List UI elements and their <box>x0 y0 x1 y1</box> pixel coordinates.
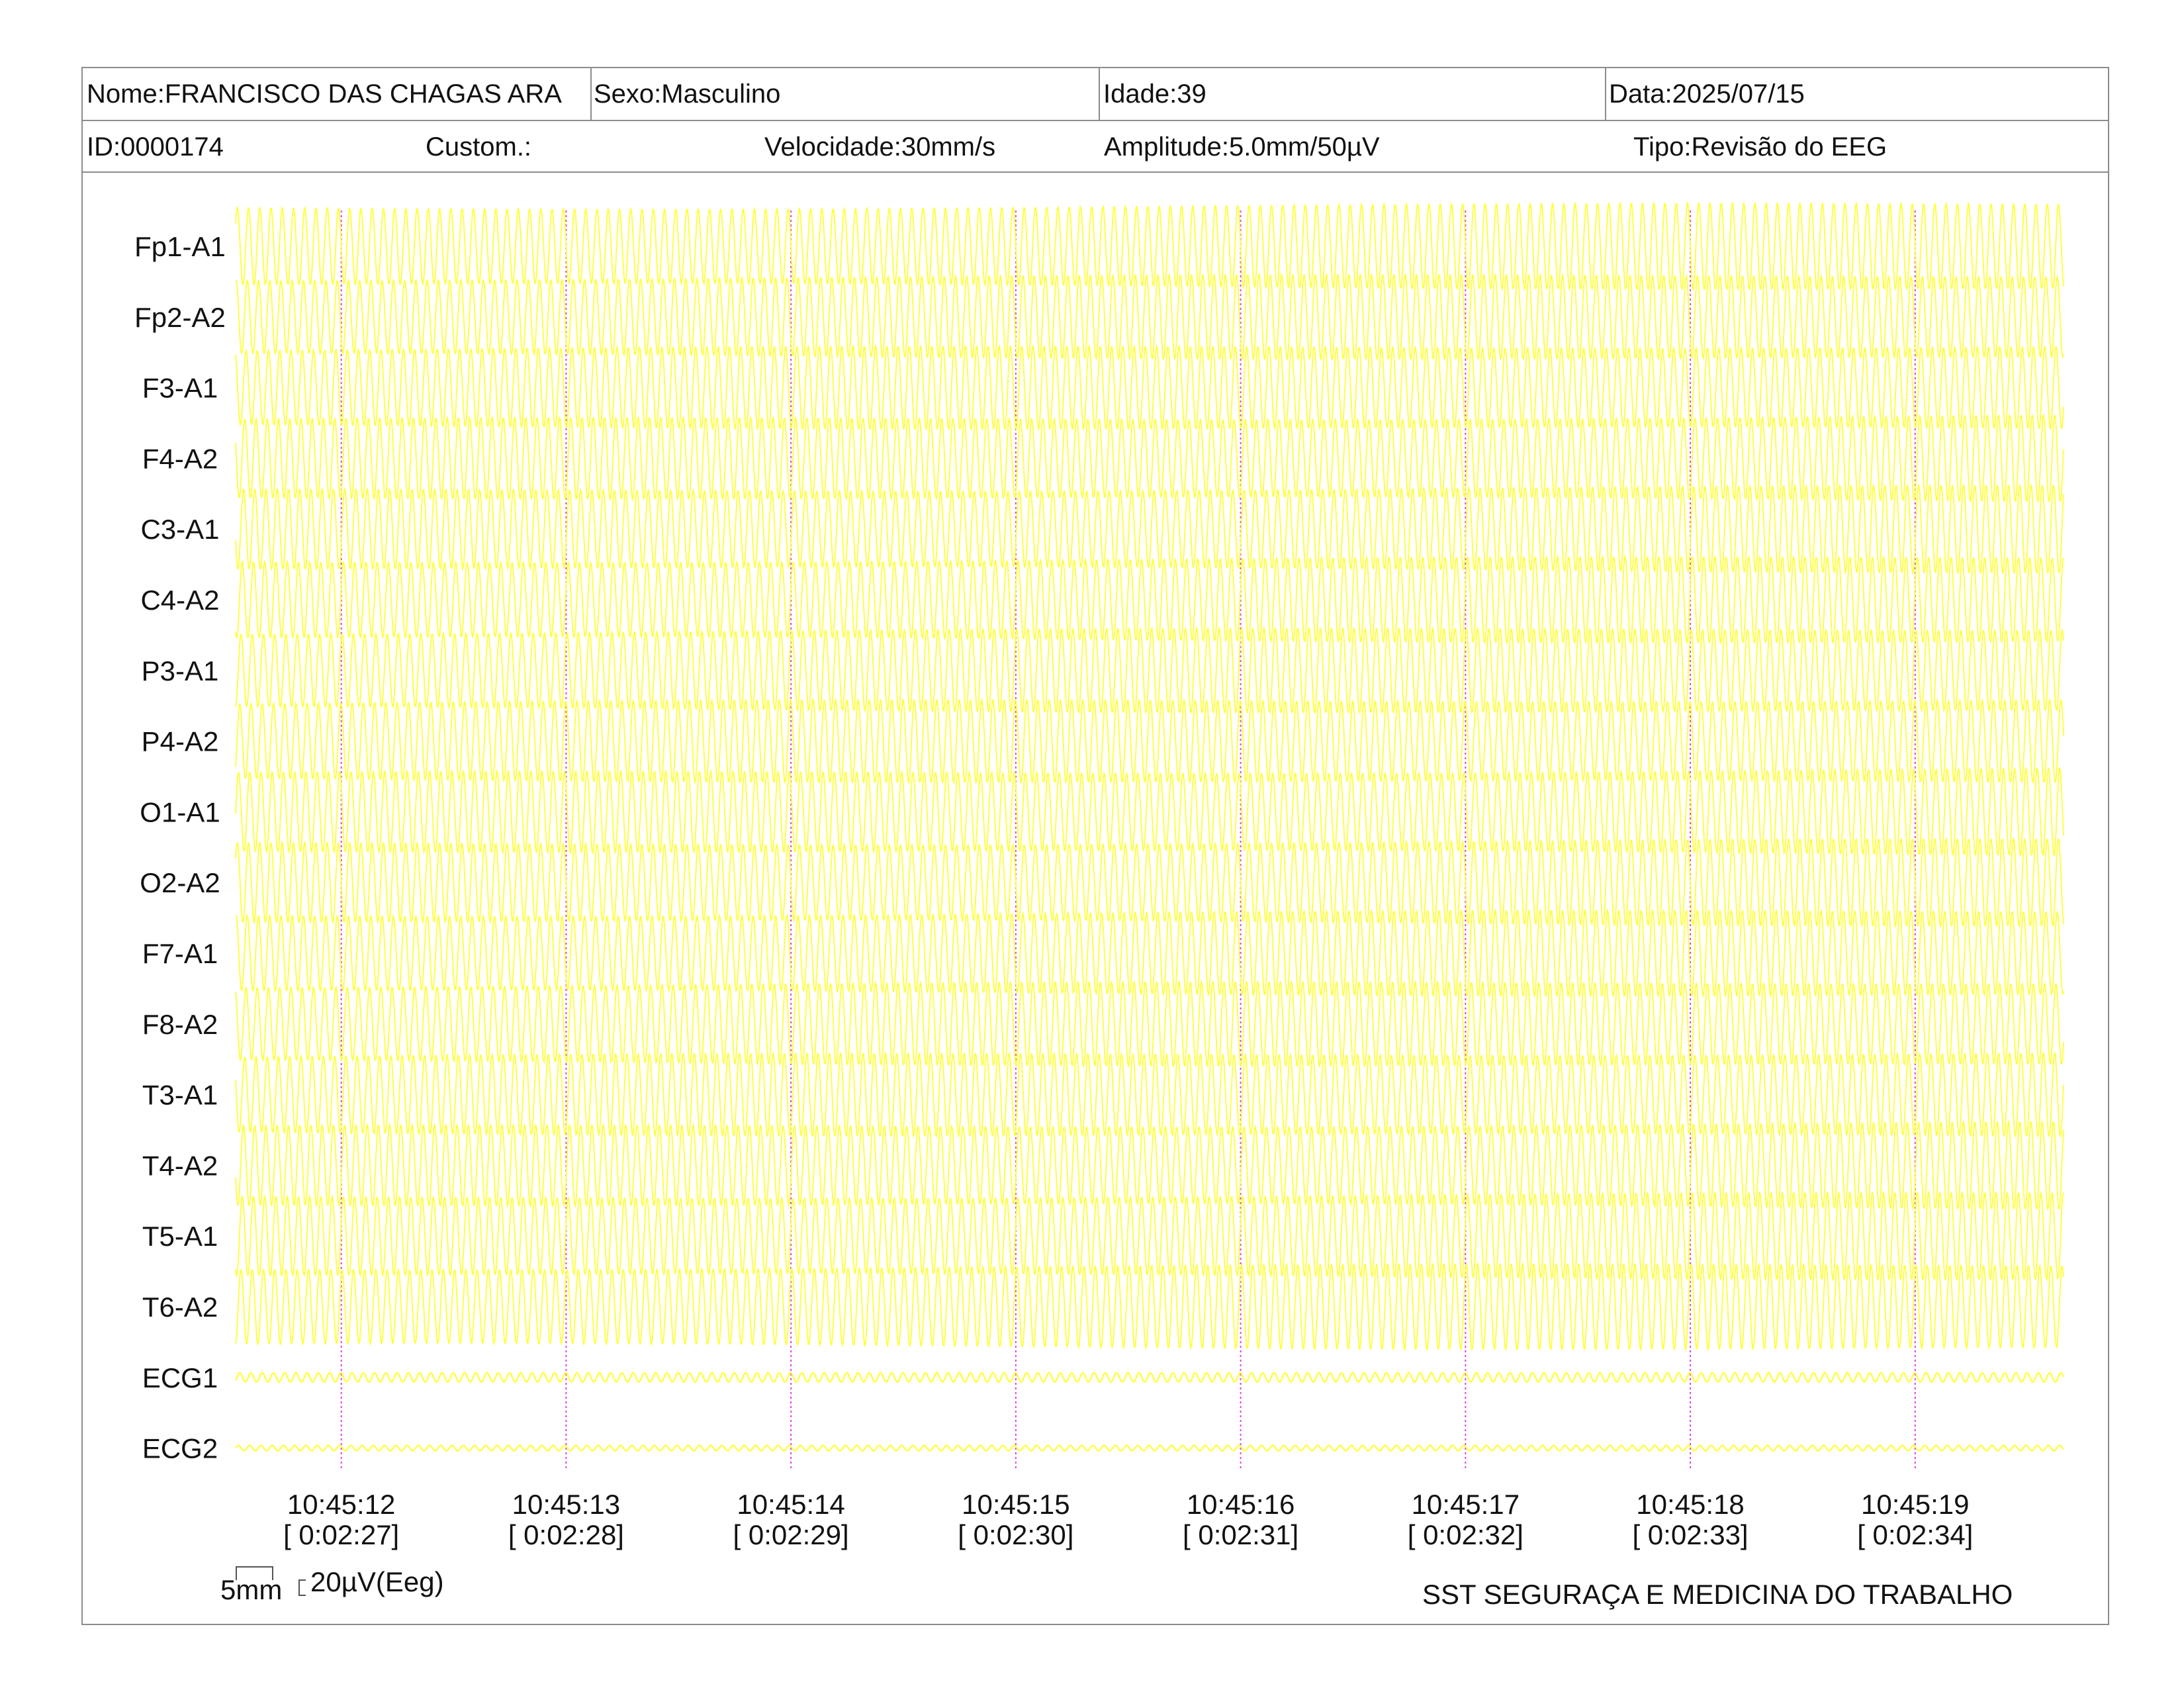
channel-trace <box>235 626 2064 716</box>
calibration-scale: 5mm 20µV(Eeg) <box>220 1566 444 1605</box>
time-scale-label: 5mm <box>220 1574 282 1605</box>
channel-trace <box>235 272 2064 362</box>
time-label-layer: 10:45:12[ 0:02:27] 10:45:13[ 0:02:28] 10:4… <box>283 1489 1973 1550</box>
elapsed-tick-label: [ 0:02:29] <box>733 1519 849 1550</box>
channel-label: F3-A1 <box>142 373 218 404</box>
time-tick-label: 10:45:14 <box>737 1489 845 1520</box>
channel-trace <box>235 908 2064 999</box>
channel-label: O1-A1 <box>140 796 220 827</box>
channel-trace <box>235 979 2064 1068</box>
channel-label: F7-A1 <box>142 938 218 969</box>
channel-label: F4-A2 <box>142 443 218 474</box>
time-tick-label: 10:45:15 <box>962 1489 1070 1520</box>
channel-trace <box>235 1444 2064 1452</box>
channel-label: T4-A2 <box>142 1150 218 1181</box>
amplitude-scale-label: 20µV(Eeg) <box>310 1566 444 1597</box>
trace-layer <box>235 201 2065 1452</box>
time-tick-label: 10:45:13 <box>512 1489 621 1520</box>
channel-label: T3-A1 <box>142 1080 218 1111</box>
channel-label: O2-A2 <box>140 867 220 898</box>
channel-label: C4-A2 <box>140 585 219 616</box>
channel-label-layer: Fp1-A1 Fp2-A2 F3-A1 F4-A2 C3-A1 C4-A2 P3-A1 P4-… <box>134 231 226 1464</box>
channel-trace <box>235 1372 2065 1383</box>
channel-trace <box>235 697 2064 785</box>
time-tick-label: 10:45:18 <box>1636 1489 1745 1520</box>
elapsed-tick-label: [ 0:02:32] <box>1408 1519 1524 1550</box>
eeg-chart: Fp1-A1 Fp2-A2 F3-A1 F4-A2 C3-A1 C4-A2 P3-A1 P4-… <box>134 201 2065 1610</box>
channel-label: P3-A1 <box>142 655 219 686</box>
amplitude-scale-bracket <box>298 1579 306 1596</box>
time-tick-label: 10:45:17 <box>1412 1489 1520 1520</box>
channel-trace <box>235 201 2064 292</box>
time-tick-label: 10:45:19 <box>1861 1489 1970 1520</box>
channel-label: ECG1 <box>142 1362 218 1393</box>
channel-label: ECG2 <box>142 1433 218 1464</box>
elapsed-tick-label: [ 0:02:33] <box>1632 1519 1748 1550</box>
channel-trace <box>235 413 2064 504</box>
channel-label: Fp2-A2 <box>134 302 226 333</box>
elapsed-tick-label: [ 0:02:34] <box>1857 1519 1973 1550</box>
channel-label: T5-A1 <box>142 1221 218 1252</box>
channel-label: Fp1-A1 <box>134 231 226 262</box>
time-tick-label: 10:45:12 <box>287 1489 396 1520</box>
channel-trace <box>235 1262 2064 1352</box>
channel-label: T6-A2 <box>142 1291 218 1323</box>
channel-label: P4-A2 <box>142 726 219 757</box>
elapsed-tick-label: [ 0:02:28] <box>508 1519 624 1550</box>
channel-label: F8-A2 <box>142 1009 218 1040</box>
channel-trace <box>235 1051 2064 1139</box>
company-name: SST SEGURAÇA E MEDICINA DO TRABALHO <box>1422 1579 2013 1610</box>
channel-trace <box>235 344 2064 432</box>
elapsed-tick-label: [ 0:02:31] <box>1183 1519 1298 1550</box>
channel-trace <box>235 836 2064 929</box>
channel-label: C3-A1 <box>140 514 219 545</box>
time-tick-label: 10:45:16 <box>1187 1489 1295 1520</box>
elapsed-tick-label: [ 0:02:27] <box>283 1519 399 1550</box>
elapsed-tick-label: [ 0:02:30] <box>958 1519 1073 1550</box>
